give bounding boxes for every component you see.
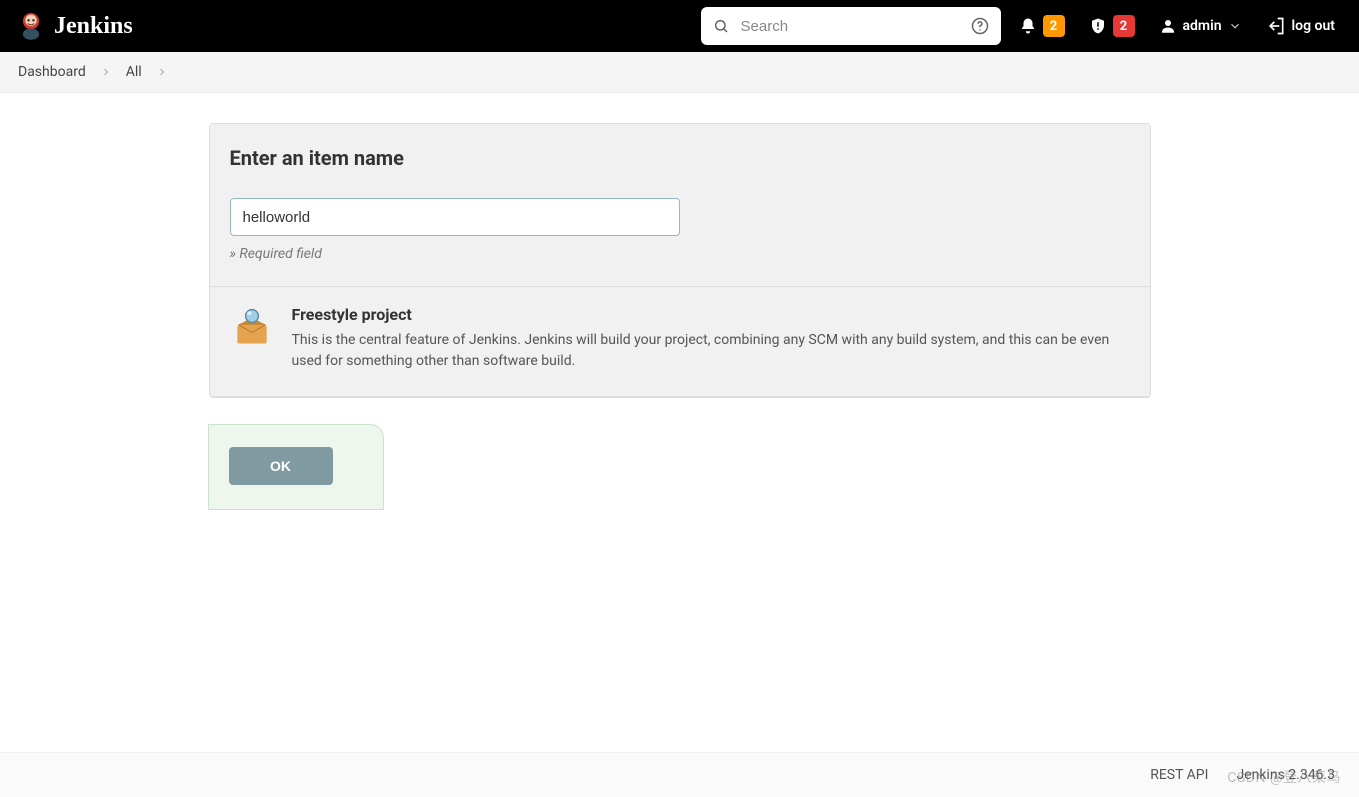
freestyle-project-icon: [230, 305, 274, 349]
chevron-right-icon: [100, 66, 112, 78]
security-badge: 2: [1113, 15, 1135, 37]
breadcrumb-item-dashboard[interactable]: Dashboard: [18, 64, 86, 80]
required-hint: » Required field: [230, 246, 1130, 262]
user-icon: [1159, 17, 1177, 35]
breadcrumb: Dashboard All: [0, 52, 1359, 93]
user-menu[interactable]: admin: [1153, 11, 1248, 41]
rest-api-link[interactable]: REST API: [1150, 767, 1208, 783]
search-icon: [713, 18, 729, 34]
help-icon[interactable]: [971, 17, 989, 35]
bell-icon: [1019, 17, 1037, 35]
jenkins-logo-icon: [18, 11, 44, 41]
page-body: Enter an item name » Required field Free…: [0, 93, 1359, 570]
logout-icon: [1266, 16, 1286, 36]
item-type-description: This is the central feature of Jenkins. …: [292, 330, 1130, 372]
notifications-badge: 2: [1043, 15, 1065, 37]
item-name-input[interactable]: [230, 198, 680, 236]
security-button[interactable]: 2: [1083, 9, 1141, 43]
notifications-button[interactable]: 2: [1013, 9, 1071, 43]
shield-alert-icon: [1089, 17, 1107, 35]
item-type-freestyle[interactable]: Freestyle project This is the central fe…: [210, 287, 1150, 397]
page-footer: REST API Jenkins 2.346.3: [0, 752, 1359, 797]
breadcrumb-item-all[interactable]: All: [126, 64, 142, 80]
top-header: Jenkins 2 2 admin log out: [0, 0, 1359, 52]
chevron-down-icon: [1228, 19, 1242, 33]
submit-panel: OK: [208, 424, 384, 510]
page-title: Enter an item name: [230, 146, 1130, 170]
name-section: Enter an item name » Required field: [210, 124, 1150, 287]
new-item-card: Enter an item name » Required field Free…: [209, 123, 1151, 398]
search-box: [701, 7, 1001, 45]
user-name: admin: [1183, 18, 1222, 34]
chevron-right-icon: [156, 66, 168, 78]
item-type-title: Freestyle project: [292, 305, 1130, 324]
jenkins-version: Jenkins 2.346.3: [1236, 767, 1335, 783]
search-input[interactable]: [701, 7, 1001, 45]
brand[interactable]: Jenkins: [18, 11, 133, 41]
logout-button[interactable]: log out: [1260, 10, 1341, 42]
logout-label: log out: [1292, 18, 1335, 34]
ok-button[interactable]: OK: [229, 447, 333, 485]
brand-name: Jenkins: [54, 13, 133, 40]
